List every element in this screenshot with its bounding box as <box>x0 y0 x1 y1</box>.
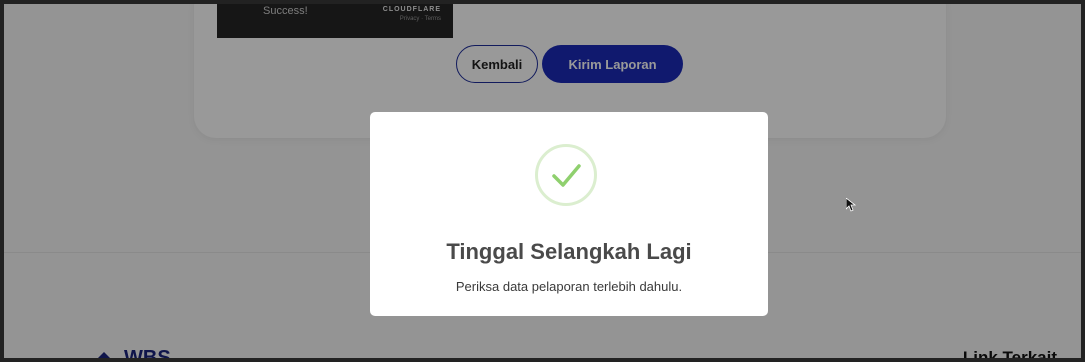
checkmark-icon <box>535 144 597 206</box>
confirmation-modal: Tinggal Selangkah Lagi Periksa data pela… <box>370 112 768 316</box>
mouse-cursor-icon <box>845 197 857 217</box>
modal-message: Periksa data pelaporan terlebih dahulu. <box>455 279 683 294</box>
page-viewport: Success! CLOUDFLARE Privacy · Terms Kemb… <box>4 4 1081 358</box>
modal-title: Tinggal Selangkah Lagi <box>446 239 692 264</box>
